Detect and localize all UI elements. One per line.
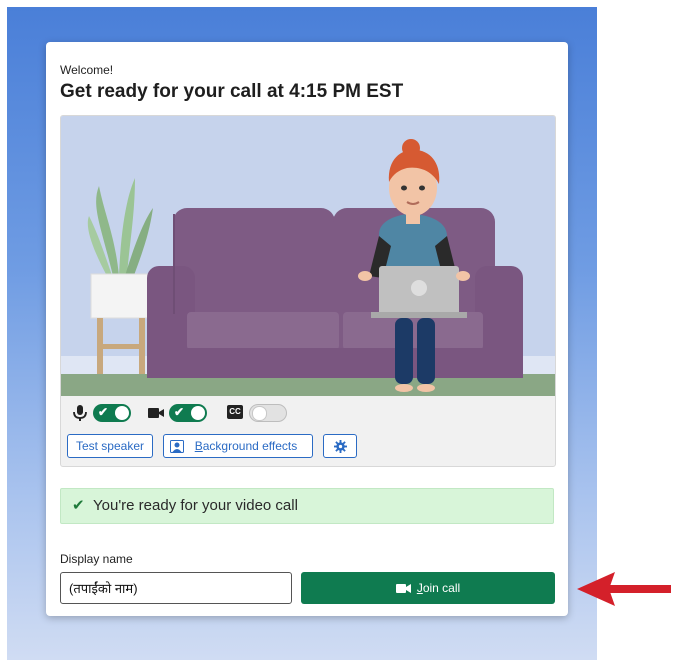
- join-call-label: oin call: [422, 581, 461, 595]
- gear-icon: [334, 440, 347, 453]
- checkmark-icon: ✔: [72, 497, 85, 514]
- background-effects-label-first: B: [194, 439, 203, 453]
- closed-captions-icon: CC: [227, 405, 243, 419]
- checkmark-icon: ✔: [98, 405, 109, 419]
- test-speaker-button[interactable]: Test speaker: [67, 434, 153, 458]
- background-effects-button[interactable]: Background effects: [163, 434, 313, 458]
- red-arrow: [577, 572, 671, 606]
- captions-toggle[interactable]: [249, 404, 287, 422]
- device-controls: ✔ ✔ CC: [61, 401, 555, 425]
- background-effects-label: ackground effects: [202, 439, 298, 453]
- checkmark-icon: ✔: [174, 405, 185, 419]
- prejoin-card: Welcome! Get ready for your call at 4:15…: [46, 42, 568, 616]
- video-preview: ✔ ✔ CC Test speaker Background effects: [60, 115, 556, 467]
- preview-buttons: Test speaker Background effects: [67, 434, 547, 460]
- call-title: Get ready for your call at 4:15 PM EST: [60, 81, 404, 102]
- microphone-icon: [73, 405, 87, 421]
- test-speaker-label: Test speaker: [75, 439, 145, 453]
- ready-banner: ✔ You're ready for your video call: [60, 488, 554, 524]
- settings-button[interactable]: [323, 434, 357, 458]
- video-camera-icon: [148, 408, 164, 418]
- display-name-input[interactable]: [60, 572, 292, 604]
- preview-illustration: [61, 116, 555, 396]
- ready-text: You're ready for your video call: [93, 497, 298, 514]
- join-call-button[interactable]: Join call: [301, 572, 555, 604]
- microphone-toggle[interactable]: ✔: [93, 404, 131, 422]
- display-name-label: Display name: [60, 552, 133, 566]
- welcome-text: Welcome!: [60, 63, 114, 77]
- camera-toggle[interactable]: ✔: [169, 404, 207, 422]
- camera-icon: [395, 583, 411, 593]
- background-effects-icon: [170, 440, 184, 453]
- couch: [147, 208, 523, 378]
